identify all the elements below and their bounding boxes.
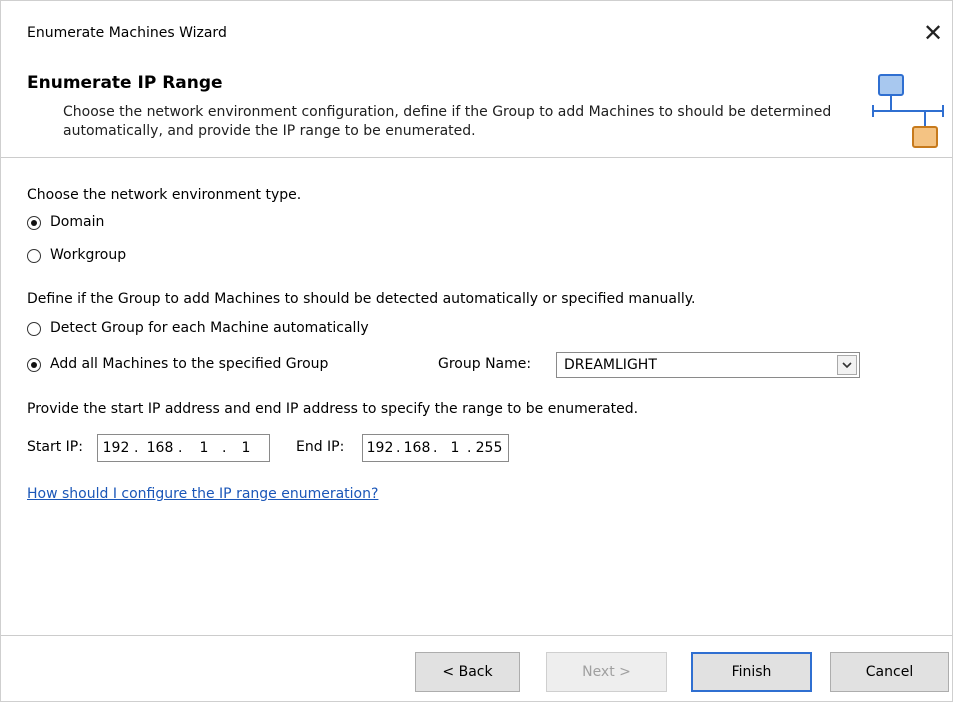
close-icon: ✕ xyxy=(922,19,944,47)
close-button[interactable]: ✕ xyxy=(916,15,950,51)
ip-octet[interactable]: 1 xyxy=(441,440,469,456)
ip-octet[interactable]: 168 xyxy=(403,440,431,456)
wizard-content: Choose the network environment type. Dom… xyxy=(1,158,952,635)
network-range-icon xyxy=(872,74,944,148)
start-ip-field[interactable]: 192 . 168 . 1 . 1 xyxy=(97,434,270,462)
end-ip-field[interactable]: 192 . 168 . 1 . 255 xyxy=(362,434,509,462)
finish-button[interactable]: Finish xyxy=(691,652,812,692)
cancel-button[interactable]: Cancel xyxy=(830,652,949,692)
ip-octet[interactable]: 1 xyxy=(190,440,218,456)
end-ip-label: End IP: xyxy=(296,439,345,455)
ip-separator: . xyxy=(433,440,438,456)
ip-separator: . xyxy=(134,440,139,456)
dropdown-button[interactable] xyxy=(837,355,857,375)
radio-label: Detect Group for each Machine automatica… xyxy=(50,320,369,336)
back-button[interactable]: < Back xyxy=(415,652,520,692)
ip-separator: . xyxy=(467,440,472,456)
ip-octet[interactable]: 192 xyxy=(366,440,394,456)
radio-label: Add all Machines to the specified Group xyxy=(50,356,329,372)
group-name-combobox[interactable]: DREAMLIGHT xyxy=(556,352,860,378)
radio-button[interactable] xyxy=(27,358,41,372)
group-name-value: DREAMLIGHT xyxy=(564,357,657,373)
wizard-window: Enumerate Machines Wizard ✕ Enumerate IP… xyxy=(0,0,953,702)
ip-octet[interactable]: 255 xyxy=(475,440,503,456)
wizard-footer: < Back Next > Finish Cancel xyxy=(1,635,952,701)
title-bar: Enumerate Machines Wizard ✕ xyxy=(1,1,952,61)
ip-separator: . xyxy=(178,440,183,456)
group-mode-prompt: Define if the Group to add Machines to s… xyxy=(27,291,696,307)
ip-octet[interactable]: 192 xyxy=(102,440,130,456)
ip-range-prompt: Provide the start IP address and end IP … xyxy=(27,401,639,417)
page-description: Choose the network environment configura… xyxy=(63,104,832,139)
ip-octet[interactable]: 168 xyxy=(146,440,174,456)
wizard-header: Enumerate IP Range Choose the network en… xyxy=(1,61,952,158)
radio-label: Workgroup xyxy=(50,247,127,263)
ip-separator: . xyxy=(396,440,401,456)
group-name-label: Group Name: xyxy=(438,356,532,372)
radio-button[interactable] xyxy=(27,322,41,336)
network-type-prompt: Choose the network environment type. xyxy=(27,187,302,203)
next-button[interactable]: Next > xyxy=(546,652,667,692)
radio-label: Domain xyxy=(50,214,105,230)
window-title: Enumerate Machines Wizard xyxy=(27,25,227,41)
radio-button[interactable] xyxy=(27,216,41,230)
help-link[interactable]: How should I configure the IP range enum… xyxy=(27,486,378,502)
start-ip-label: Start IP: xyxy=(27,439,83,455)
chevron-down-icon xyxy=(842,361,852,368)
ip-octet[interactable]: 1 xyxy=(232,440,260,456)
ip-separator: . xyxy=(222,440,227,456)
page-title: Enumerate IP Range xyxy=(27,73,223,93)
radio-button[interactable] xyxy=(27,249,41,263)
